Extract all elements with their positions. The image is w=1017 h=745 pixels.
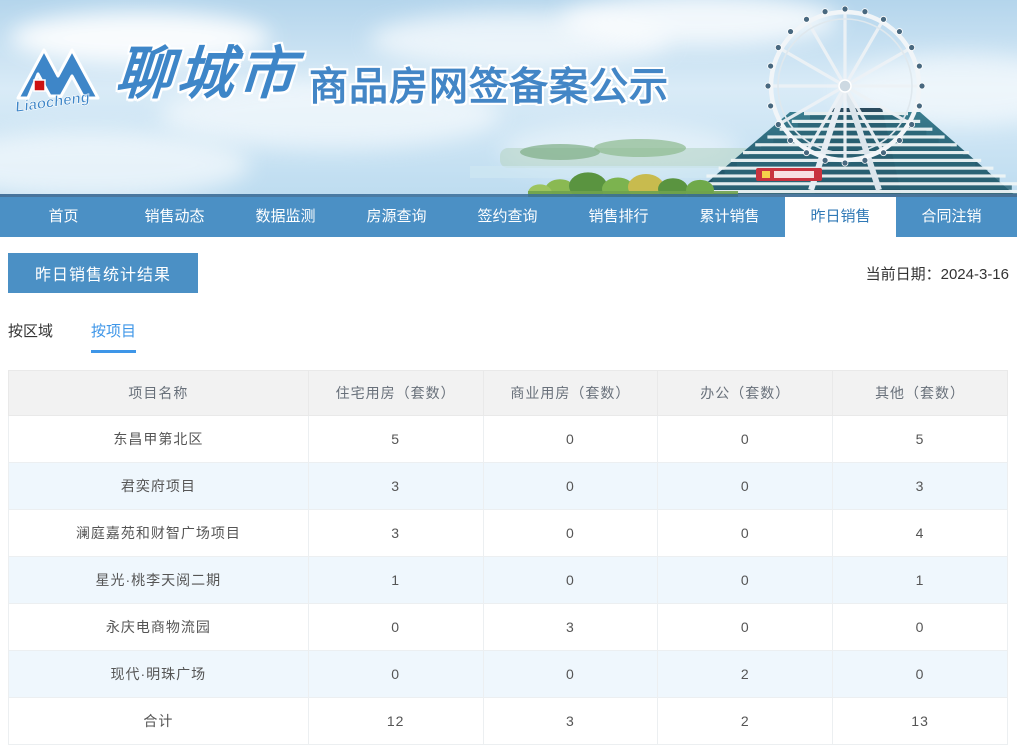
table-row: 现代·明珠广场 0 0 2 0 <box>8 650 1008 698</box>
table-row: 星光·桃李天阅二期 1 0 0 1 <box>8 556 1008 604</box>
nav-item-7[interactable]: 昨日销售 <box>785 197 896 237</box>
project-name-cell: 君奕府项目 <box>8 462 309 510</box>
project-name-cell: 现代·明珠广场 <box>8 650 309 698</box>
table-row: 澜庭嘉苑和财智广场项目 3 0 0 4 <box>8 509 1008 557</box>
liaocheng-logo[interactable]: Liaocheng <box>14 36 102 120</box>
col-header-3: 办公（套数） <box>657 370 834 416</box>
project-name-cell: 永庆电商物流园 <box>8 603 309 651</box>
tab-1[interactable]: 按项目 <box>91 320 137 353</box>
count-cell: 0 <box>482 556 659 604</box>
count-cell: 13 <box>832 697 1008 745</box>
count-cell: 3 <box>832 462 1008 510</box>
count-cell: 0 <box>657 415 834 463</box>
count-cell: 0 <box>657 462 834 510</box>
table-row: 合计 12 3 2 13 <box>8 697 1008 745</box>
count-cell: 2 <box>657 650 834 698</box>
count-cell: 0 <box>832 603 1008 651</box>
table-row: 君奕府项目 3 0 0 3 <box>8 462 1008 510</box>
table-row: 东昌甲第北区 5 0 0 5 <box>8 415 1008 463</box>
count-cell: 3 <box>482 697 659 745</box>
main-nav: 首页 销售动态 数据监测 房源查询 签约查询 销售排行 累计销售 昨日销售 合同注销 <box>0 197 1017 237</box>
count-cell: 0 <box>657 603 834 651</box>
brand-area: Liaocheng 聊城市 商品房网签备案公示 <box>14 36 669 120</box>
banner: Liaocheng 聊城市 商品房网签备案公示 <box>0 0 1017 197</box>
nav-item-1[interactable]: 销售动态 <box>119 197 230 237</box>
sales-stats-table: 项目名称 住宅用房（套数） 商业用房（套数） 办公（套数） 其他（套数） 东昌甲第北区 5… <box>8 370 1008 745</box>
view-tabs: 按区域 按项目 <box>8 320 1009 353</box>
nav-item-4[interactable]: 签约查询 <box>452 197 563 237</box>
count-cell: 2 <box>657 697 834 745</box>
count-cell: 0 <box>307 650 484 698</box>
nav-item-0[interactable]: 首页 <box>8 197 119 237</box>
col-header-0: 项目名称 <box>8 370 309 416</box>
count-cell: 0 <box>482 509 659 557</box>
count-cell: 0 <box>482 650 659 698</box>
project-name-cell: 合计 <box>8 697 309 745</box>
table-row: 永庆电商物流园 0 3 0 0 <box>8 603 1008 651</box>
current-date: 当前日期：2024-3-16 <box>866 263 1009 284</box>
count-cell: 3 <box>307 462 484 510</box>
table-header-row: 项目名称 住宅用房（套数） 商业用房（套数） 办公（套数） 其他（套数） <box>8 370 1008 416</box>
count-cell: 0 <box>482 415 659 463</box>
nav-item-8[interactable]: 合同注销 <box>896 197 1007 237</box>
table-body: 东昌甲第北区 5 0 0 5 君奕府项目 3 0 0 3 澜庭嘉苑和财智广场项目 3 0 0 4 星光·桃李天… <box>8 415 1008 745</box>
section-title-badge: 昨日销售统计结果 <box>8 253 199 293</box>
col-header-1: 住宅用房（套数） <box>307 370 484 416</box>
site-title: 商品房网签备案公示 <box>309 66 670 109</box>
project-name-cell: 澜庭嘉苑和财智广场项目 <box>8 509 309 557</box>
nav-item-3[interactable]: 房源查询 <box>341 197 452 237</box>
col-header-4: 其他（套数） <box>832 370 1008 416</box>
count-cell: 5 <box>307 415 484 463</box>
nav-item-5[interactable]: 销售排行 <box>563 197 674 237</box>
count-cell: 4 <box>832 509 1008 557</box>
current-date-value: 2024-3-16 <box>940 265 1009 283</box>
content-area: 昨日销售统计结果 当前日期：2024-3-16 按区域 按项目 项目名称 住宅用房（… <box>0 253 1017 745</box>
count-cell: 3 <box>307 509 484 557</box>
count-cell: 1 <box>832 556 1008 604</box>
count-cell: 0 <box>657 509 834 557</box>
city-name: 聊城市 <box>113 42 302 106</box>
project-name-cell: 星光·桃李天阅二期 <box>8 556 309 604</box>
nav-item-6[interactable]: 累计销售 <box>674 197 785 237</box>
tab-0[interactable]: 按区域 <box>8 320 53 353</box>
col-header-2: 商业用房（套数） <box>482 370 659 416</box>
count-cell: 12 <box>307 697 484 745</box>
count-cell: 0 <box>307 603 484 651</box>
nav-item-2[interactable]: 数据监测 <box>230 197 341 237</box>
project-name-cell: 东昌甲第北区 <box>8 415 309 463</box>
current-date-label: 当前日期： <box>865 265 941 283</box>
count-cell: 3 <box>482 603 659 651</box>
count-cell: 0 <box>832 650 1008 698</box>
count-cell: 0 <box>657 556 834 604</box>
logo-m-icon: Liaocheng <box>14 48 100 116</box>
count-cell: 0 <box>482 462 659 510</box>
count-cell: 1 <box>307 556 484 604</box>
count-cell: 5 <box>832 415 1008 463</box>
